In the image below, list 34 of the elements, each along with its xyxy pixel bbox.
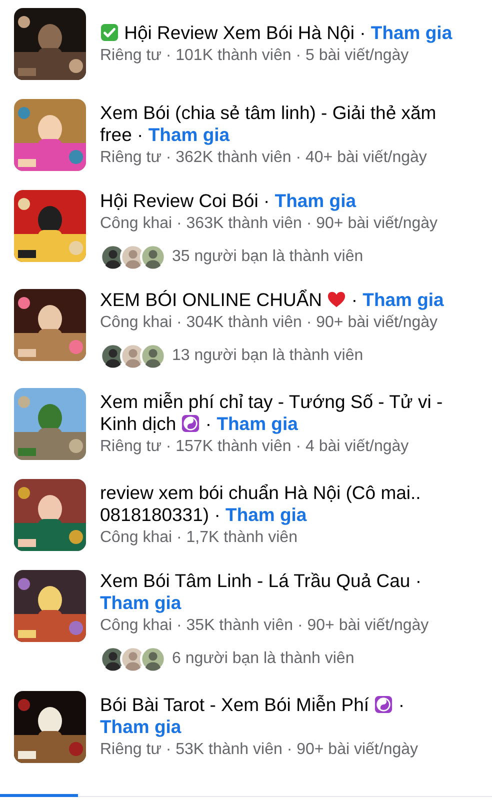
group-details: Công khai · 363K thành viên · 90+ bài viết/ngày (100, 214, 439, 234)
yin-yang-icon (374, 695, 394, 714)
group-name[interactable]: XEM BÓI ONLINE CHUẨN · Tham gia (100, 289, 462, 311)
friends-count: 6 người bạn là thành viên (172, 650, 354, 668)
avatar (140, 646, 166, 672)
group-details: Riêng tư · 53K thành viên · 90+ bài viết/ngày (100, 740, 420, 760)
avatar (140, 343, 166, 369)
group-details: Riêng tư · 101K thành viên · 5 bài viết/ngày (100, 46, 410, 66)
yin-yang-icon (181, 414, 200, 433)
group-details: Riêng tư · 157K thành viên · 4 bài viết/ngày (100, 437, 410, 457)
group-name[interactable]: Hội Review Xem Bói Hà Nội · Tham gia (100, 22, 462, 44)
friends-count: 13 người bạn là thành viên (172, 347, 364, 365)
group-details: Công khai · 1,7K thành viên (100, 528, 298, 548)
join-link[interactable]: Tham gia (100, 716, 182, 737)
join-link[interactable]: Tham gia (216, 413, 298, 434)
group-details: Công khai · 304K thành viên · 90+ bài viết/ngày (100, 313, 439, 333)
join-link[interactable]: Tham gia (226, 504, 307, 525)
join-link[interactable]: Tham gia (362, 289, 444, 310)
join-link[interactable]: Tham gia (148, 124, 230, 145)
group-name[interactable]: Xem Bói (chia sẻ tâm linh) - Giải thẻ xăm free · Tham gia (100, 102, 462, 146)
group-name[interactable]: Hội Review Coi Bói · Tham gia (100, 190, 462, 212)
check-icon (100, 23, 119, 42)
group-name[interactable]: Xem Bói Tâm Linh - Lá Trầu Quả Cau · Tham gia (100, 570, 462, 614)
join-link[interactable]: Tham gia (274, 190, 356, 211)
group-name[interactable]: Xem miễn phí chỉ tay - Tướng Số - Tử vi - Kinh dịch · Tham gia (100, 391, 462, 435)
group-details: Riêng tư · 362K thành viên · 40+ bài viết/ngày (100, 148, 428, 168)
group-name[interactable]: Bói Bài Tarot - Xem Bói Miễn Phí · Tham gia (100, 694, 462, 738)
group-name[interactable]: review xem bói chuẩn Hà Nội (Cô mai.. 0818180331) · Tham gia (100, 482, 462, 526)
group-details: Công khai · 35K thành viên · 90+ bài viết/ngày (100, 616, 430, 636)
heart-icon (327, 290, 346, 309)
join-link[interactable]: Tham gia (100, 592, 182, 613)
avatar (140, 244, 166, 270)
friends-count: 35 người bạn là thành viên (172, 248, 364, 266)
join-link[interactable]: Tham gia (370, 22, 452, 43)
